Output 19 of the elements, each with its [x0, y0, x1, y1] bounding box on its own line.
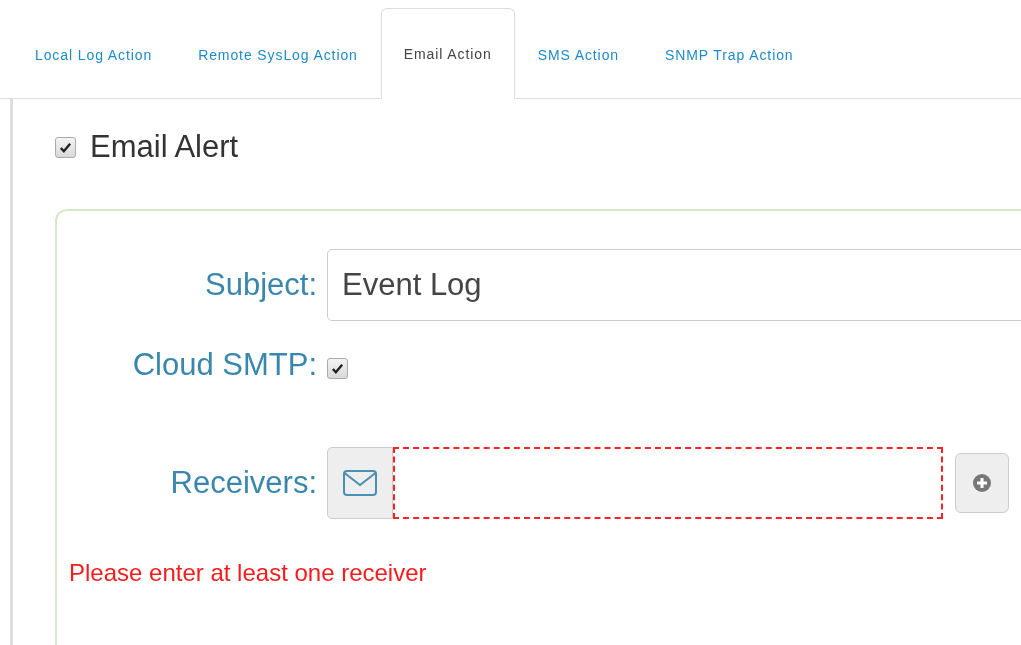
tab[interactable]: SNMP Trap Action: [642, 9, 817, 99]
checkmark-icon: [59, 140, 72, 154]
plus-circle-icon: [972, 473, 992, 493]
tab[interactable]: SMS Action: [514, 9, 642, 99]
tab[interactable]: Remote SysLog Action: [175, 9, 381, 99]
tab[interactable]: Local Log Action: [12, 9, 176, 99]
tab[interactable]: Email Action: [380, 8, 515, 99]
envelope-icon: [343, 470, 377, 496]
checkbox[interactable]: [327, 357, 348, 379]
field-label: Receivers:: [169, 465, 318, 501]
add-button[interactable]: [955, 453, 1009, 513]
subject-input[interactable]: Event Log: [327, 249, 1021, 321]
checkmark-icon: [331, 361, 344, 375]
checkbox[interactable]: [55, 136, 76, 158]
checkbox-label: Email Alert: [90, 129, 239, 165]
receivers-input[interactable]: [393, 447, 943, 519]
error-message: Please enter at least one receiver: [69, 559, 428, 587]
field-label: Subject:: [204, 267, 318, 303]
field-label: Cloud SMTP:: [131, 347, 318, 383]
